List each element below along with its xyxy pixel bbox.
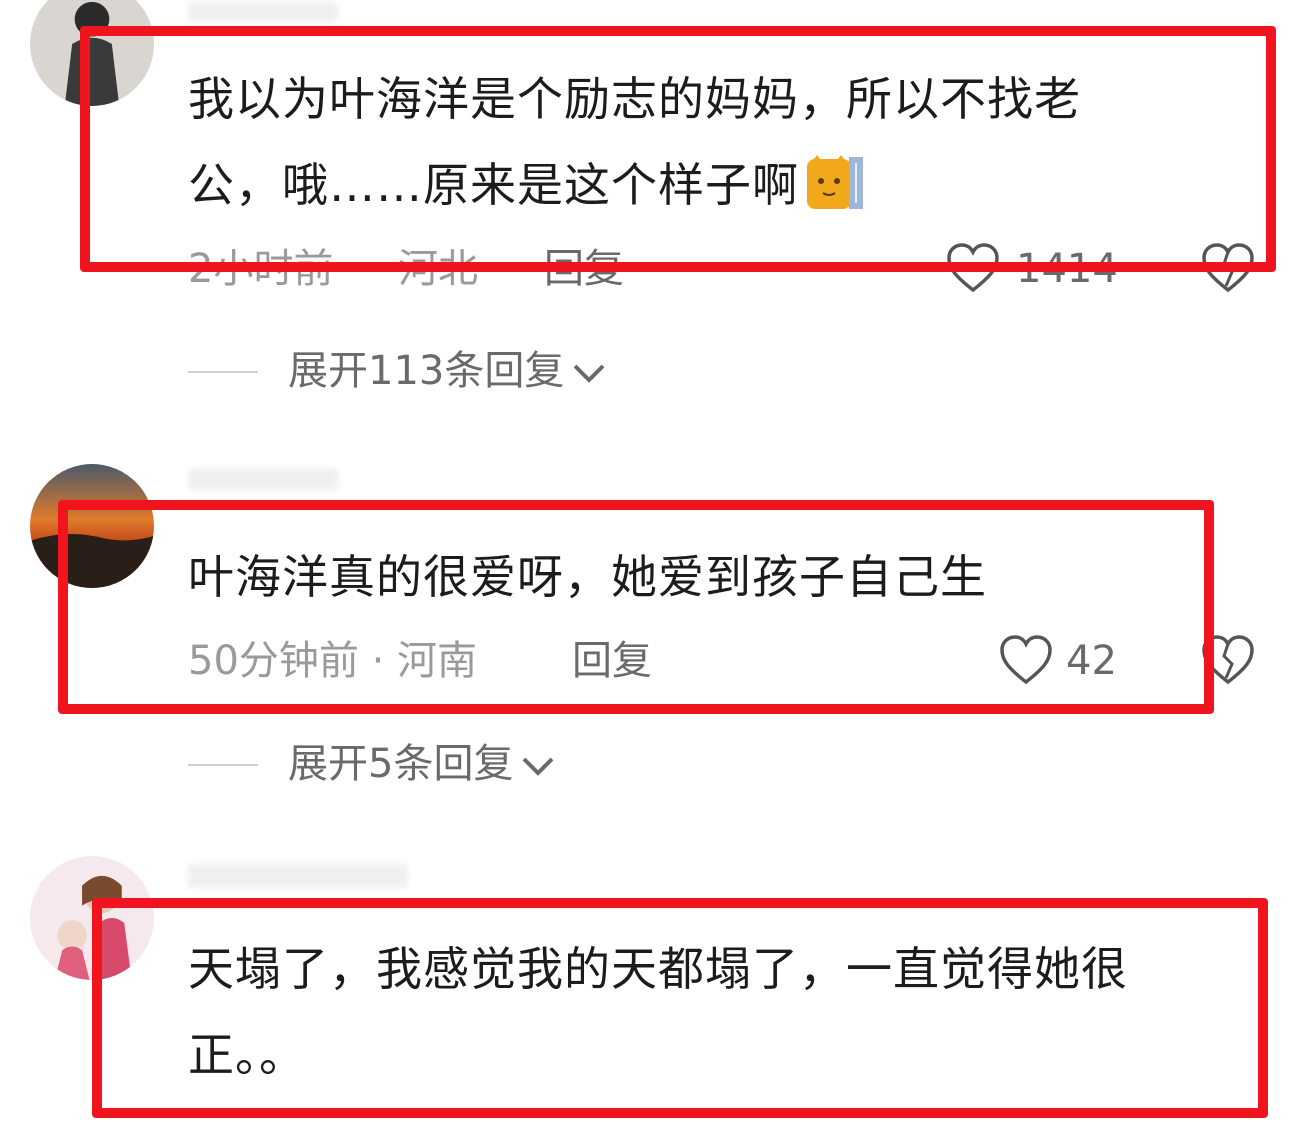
- expand-replies-button[interactable]: 展开113条回复: [288, 348, 606, 394]
- broken-heart-icon[interactable]: [1200, 634, 1256, 686]
- like-count: 1414: [1016, 246, 1118, 292]
- comment-location: 河北: [398, 246, 478, 292]
- username-blurred: [188, 468, 338, 490]
- comment-text: 我以为叶海洋是个励志的妈妈，所以不找老 公，哦……原来是这个样子啊: [188, 56, 1081, 228]
- cat-emoji-icon: [805, 153, 865, 213]
- comment-text: 天塌了，我感觉我的天都塌了，一直觉得她很 正。。: [188, 926, 1128, 1098]
- divider: [188, 371, 258, 373]
- broken-heart-icon[interactable]: [1200, 242, 1256, 294]
- heart-icon[interactable]: [998, 634, 1054, 686]
- chevron-down-icon: [573, 364, 605, 383]
- divider: [188, 764, 258, 766]
- avatar-image: [30, 0, 154, 106]
- expand-replies-button[interactable]: 展开5条回复: [288, 741, 555, 787]
- username-blurred: [188, 864, 408, 888]
- comment-text-line: 天塌了，我感觉我的天都塌了，一直觉得她很: [188, 942, 1128, 996]
- comment-time: 2小时前: [188, 246, 334, 292]
- username-blurred: [188, 2, 338, 22]
- comment-text-line: 叶海洋真的很爱呀，她爱到孩子自己生: [188, 550, 987, 604]
- comment-text: 叶海洋真的很爱呀，她爱到孩子自己生: [188, 534, 987, 620]
- avatar-image: [30, 464, 154, 588]
- avatar[interactable]: [30, 0, 154, 106]
- chevron-down-icon: [523, 757, 554, 776]
- comment-text-line: 正。。: [188, 1028, 306, 1082]
- avatar[interactable]: [30, 464, 154, 588]
- comment-time-location: 50分钟前 · 河南: [188, 638, 478, 684]
- like-count: 42: [1066, 638, 1117, 684]
- avatar-image: [30, 856, 154, 980]
- reply-button[interactable]: 回复: [544, 246, 624, 292]
- reply-button[interactable]: 回复: [572, 638, 652, 684]
- heart-icon[interactable]: [945, 242, 1001, 294]
- avatar[interactable]: [30, 856, 154, 980]
- comment-text-line: 我以为叶海洋是个励志的妈妈，所以不找老: [188, 72, 1081, 126]
- comment-text-line: 公，哦……原来是这个样子啊: [188, 142, 1081, 228]
